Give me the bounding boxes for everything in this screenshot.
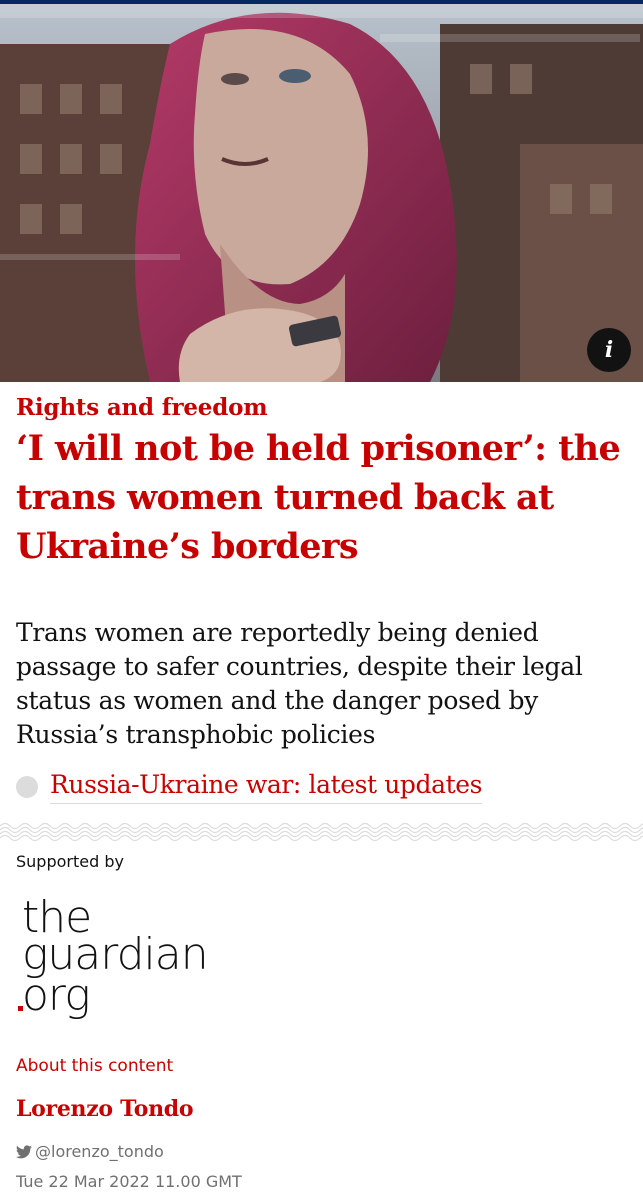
article-standfirst: Trans women are reportedly being denied …: [16, 618, 583, 749]
about-this-content-link[interactable]: About this content: [16, 1056, 173, 1076]
live-dot-icon: [16, 776, 38, 798]
author-twitter[interactable]: @lorenzo_tondo: [16, 1142, 164, 1161]
article-headline: ‘I will not be held prisoner’: the trans…: [16, 428, 621, 567]
logo-line-org: org: [22, 970, 91, 1021]
section-divider: [0, 822, 643, 842]
hero-image[interactable]: i: [0, 4, 643, 382]
supported-by-label: Supported by: [16, 852, 124, 871]
author-byline[interactable]: Lorenzo Tondo: [16, 1096, 194, 1122]
publish-date: Tue 22 Mar 2022 11.00 GMT: [16, 1172, 242, 1191]
live-updates-label[interactable]: Russia-Ukraine war: latest updates: [50, 770, 483, 804]
hero-photo: [0, 4, 643, 382]
guardian-org-logo[interactable]: the guardian org: [16, 892, 226, 1032]
section-kicker[interactable]: Rights and freedom: [16, 394, 268, 421]
live-updates-link[interactable]: Russia-Ukraine war: latest updates: [16, 770, 483, 804]
twitter-bird-icon: [16, 1144, 32, 1158]
info-icon[interactable]: i: [587, 328, 631, 372]
twitter-handle[interactable]: @lorenzo_tondo: [35, 1142, 164, 1161]
